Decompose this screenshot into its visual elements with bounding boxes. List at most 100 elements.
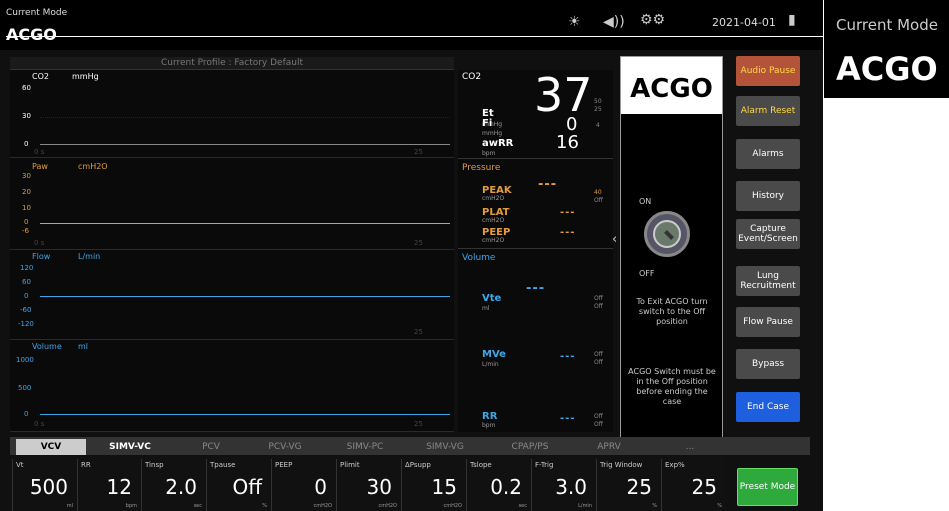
tab-aprv[interactable]: APRV (574, 439, 644, 455)
end-case-button[interactable]: End Case (736, 392, 800, 422)
param-value: 30 (366, 475, 392, 499)
plat-value: --- (560, 207, 576, 218)
flow-tick: 60 (22, 278, 31, 286)
history-button[interactable]: History (736, 181, 800, 211)
co2-tick: 0 (24, 140, 29, 148)
acgo-on-label: ON (639, 197, 652, 206)
alarm-reset-button[interactable]: Alarm Reset (736, 96, 800, 126)
param-unit: % (262, 503, 267, 509)
bypass-button[interactable]: Bypass (736, 349, 800, 379)
audio-pause-button[interactable]: Audio Pause (736, 56, 800, 86)
tab-simv-pc[interactable]: SIMV-PC (330, 439, 400, 455)
param-label: Plimit (340, 461, 360, 469)
volume-tick: 1000 (16, 356, 34, 364)
current-mode-value: ACGO (6, 25, 57, 44)
grid-line (40, 117, 450, 118)
param-value: 25 (691, 475, 717, 499)
tab-vcv[interactable]: VCV (16, 439, 86, 455)
param-trig-window[interactable]: Trig Window 25% (596, 459, 660, 511)
param-label: Tslope (470, 461, 492, 469)
inset-mode-caption: Current Mode (836, 16, 938, 34)
co2-tick: 30 (22, 112, 31, 120)
acgo-switch-message: ACGO Switch must be in the Off position … (628, 367, 716, 406)
vte-limit-2: Off (594, 303, 603, 310)
date-display: 2021-04-01 (712, 16, 776, 29)
flow-pause-button[interactable]: Flow Pause (736, 307, 800, 337)
paw-tick: 0 (24, 218, 29, 226)
tab-simv-vg[interactable]: SIMV-VG (410, 439, 480, 455)
param-label: PEEP (275, 461, 293, 469)
param-label: F-Trig (535, 461, 554, 469)
param-unit: ml (66, 503, 73, 509)
paw-tick: 30 (22, 172, 31, 180)
acgo-switch-knob[interactable] (644, 211, 690, 257)
mve-value: --- (560, 351, 576, 362)
param-unit: bpm (125, 503, 137, 509)
preset-mode-button[interactable]: Preset Mode (737, 468, 798, 506)
param-exp[interactable]: Exp% 25% (661, 459, 725, 511)
co2-tick: 60 (22, 84, 31, 92)
param-label: Tpause (210, 461, 236, 469)
volume-icon[interactable]: ◀)) (603, 14, 625, 30)
tab-simv-vc[interactable]: SIMV-VC (90, 439, 170, 455)
flow-trace (40, 296, 450, 297)
param-value: 15 (431, 475, 457, 499)
time-end: 25 (414, 148, 423, 156)
param-value: 12 (106, 475, 132, 499)
vte-value: --- (526, 281, 546, 296)
flow-tick: -120 (18, 320, 34, 328)
tab-cpap-ps[interactable]: CPAP/PS (490, 439, 570, 455)
param-tslope[interactable]: Tslope 0.2 sec (466, 459, 530, 511)
param-tpause[interactable]: Tpause Off% (206, 459, 270, 511)
param-rr[interactable]: RR 12 bpm (77, 459, 140, 511)
et-co2-value: 37 (534, 68, 593, 122)
lung-recruitment-button[interactable]: Lung Recruitment (736, 266, 800, 296)
brightness-icon[interactable]: ☀ (568, 14, 581, 30)
tab-pcv-vg[interactable]: PCV-VG (250, 439, 320, 455)
time-end: 25 (414, 420, 423, 428)
param-value: 2.0 (165, 475, 197, 499)
acgo-exit-message: To Exit ACGO turn switch to the Off posi… (636, 297, 708, 326)
volume-section: Volume Vte ml --- Off Off MVe L/min --- … (458, 248, 613, 432)
param-unit: % (652, 503, 657, 509)
param-tinsp[interactable]: Tinsp 2.0 sec (141, 459, 205, 511)
param-value: 0.2 (490, 475, 522, 499)
param-vt[interactable]: Vt 500 ml (12, 459, 76, 511)
vte-limit: Off (594, 295, 603, 302)
volume-header: Volume (462, 253, 496, 263)
time-start: 0 s (34, 239, 45, 247)
callout-line (6, 36, 824, 37)
settings-gear-icon[interactable]: ⚙⚙ (640, 12, 665, 28)
param-unit: cmH2O (313, 503, 333, 509)
capture-event-screen-button[interactable]: Capture Event/Screen (736, 219, 800, 249)
fi-label: Fi (482, 118, 493, 129)
paw-trace (40, 223, 450, 224)
tab-more[interactable]: ... (660, 439, 720, 455)
param-peep[interactable]: PEEP 0 cmH2O (271, 459, 335, 511)
time-start: 0 s (34, 420, 45, 428)
alarms-button[interactable]: Alarms (736, 139, 800, 169)
param-ftrig[interactable]: F-Trig 3.0 L/min (531, 459, 595, 511)
profile-bar: Current Profile : Factory Default (10, 57, 454, 70)
fi-unit: mmHg (482, 130, 503, 137)
param-label: Tinsp (145, 461, 164, 469)
flow-tick: 120 (20, 264, 34, 272)
param-unit: sec (193, 503, 202, 509)
volume-tick: 0 (24, 410, 29, 418)
flow-tick: 0 (24, 292, 29, 300)
param-plimit[interactable]: Plimit 30 cmH2O (336, 459, 400, 511)
collapse-chevron-icon[interactable]: ‹ (612, 232, 617, 247)
current-mode-caption: Current Mode (6, 8, 68, 18)
plat-unit: cmH2O (482, 217, 505, 224)
paw-waveform: Paw cmH2O 30 20 10 0 -6 0 s 25 (10, 158, 454, 250)
awrr-unit: bpm (482, 150, 496, 157)
et-limit-lo: 25 (594, 106, 602, 113)
awrr-label: awRR (482, 138, 514, 149)
param-psupp[interactable]: ΔPsupp 15 cmH2O (401, 459, 465, 511)
tab-pcv[interactable]: PCV (176, 439, 246, 455)
volume-waveform: Volume ml 1000 500 0 0 s 25 (10, 340, 454, 432)
time-end: 25 (414, 328, 423, 336)
param-label: RR (81, 461, 91, 469)
co2-wave-unit: mmHg (72, 72, 99, 81)
co2-trace (40, 144, 450, 145)
